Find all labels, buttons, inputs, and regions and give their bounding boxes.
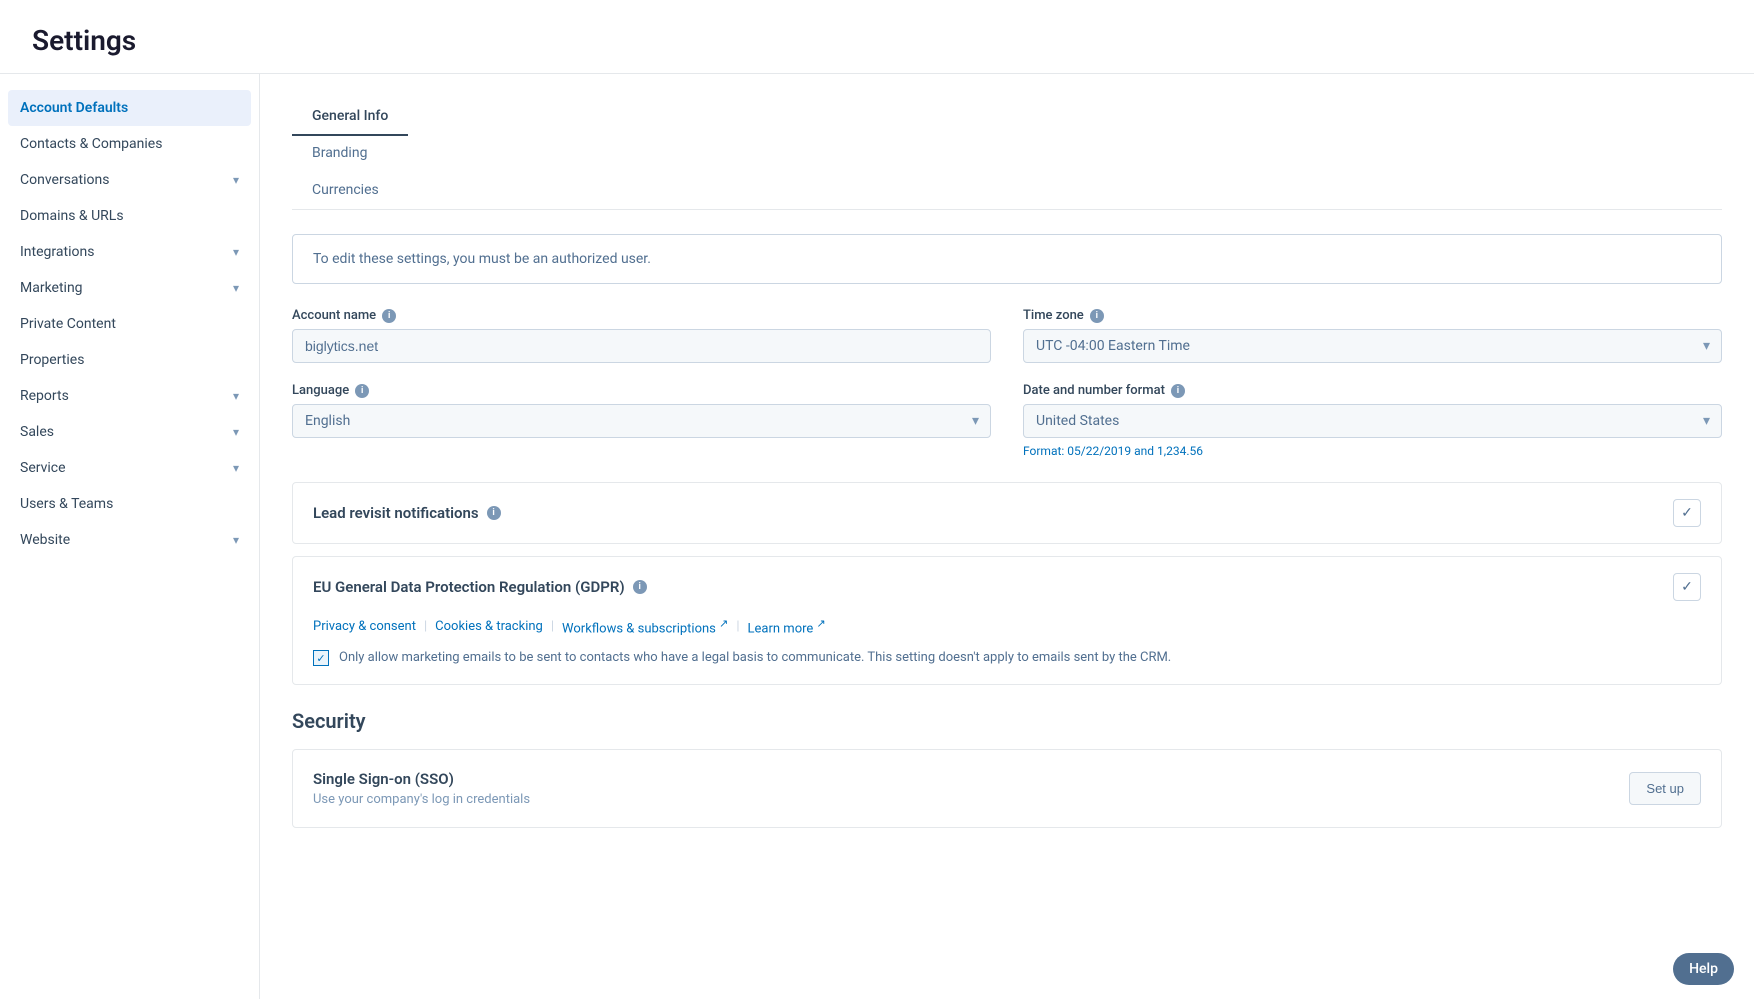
auth-notice-text: To edit these settings, you must be an a…: [313, 251, 651, 267]
general-info-form: Account name i Time zone i UTC -04:00 Ea…: [292, 308, 1722, 458]
help-button[interactable]: Help: [1673, 953, 1734, 985]
form-row-2: Language i English Date and number forma…: [292, 383, 1722, 458]
sidebar-item-domains---urls[interactable]: Domains & URLs: [0, 198, 259, 234]
sidebar-item-users---teams[interactable]: Users & Teams: [0, 486, 259, 522]
gdpr-title: EU General Data Protection Regulation (G…: [313, 578, 647, 596]
sidebar-item-contacts---companies[interactable]: Contacts & Companies: [0, 126, 259, 162]
gdpr-section: EU General Data Protection Regulation (G…: [292, 556, 1722, 685]
sidebar-item-service[interactable]: Service ▾: [0, 450, 259, 486]
language-group: Language i English: [292, 383, 991, 458]
sidebar-item-label: Account Defaults: [20, 100, 128, 116]
date-format-select-wrapper: United States: [1023, 404, 1722, 438]
language-label: Language i: [292, 383, 991, 398]
sidebar-item-label: Reports: [20, 388, 69, 404]
workflows-subscriptions-link[interactable]: Workflows & subscriptions ↗: [562, 617, 728, 636]
learn-more-link[interactable]: Learn more ↗: [748, 617, 826, 636]
gdpr-toggle[interactable]: ✓: [1673, 573, 1701, 601]
sidebar-item-conversations[interactable]: Conversations ▾: [0, 162, 259, 198]
sidebar-item-label: Marketing: [20, 280, 83, 296]
tab-branding[interactable]: Branding: [292, 135, 408, 173]
chevron-icon: ▾: [233, 461, 239, 475]
chevron-icon: ▾: [233, 425, 239, 439]
form-row-1: Account name i Time zone i UTC -04:00 Ea…: [292, 308, 1722, 363]
chevron-icon: ▾: [233, 281, 239, 295]
sidebar-item-label: Sales: [20, 424, 54, 440]
sidebar-item-label: Conversations: [20, 172, 109, 188]
gdpr-checkbox-text: Only allow marketing emails to be sent t…: [339, 648, 1171, 668]
gdpr-checkbox-row: ✓ Only allow marketing emails to be sent…: [313, 648, 1701, 668]
lead-revisit-info-icon[interactable]: i: [487, 506, 501, 520]
date-format-hint: Format: 05/22/2019 and 1,234.56: [1023, 444, 1722, 458]
sidebar-item-account-defaults[interactable]: Account Defaults: [8, 90, 251, 126]
language-select[interactable]: English: [292, 404, 991, 438]
lead-revisit-title: Lead revisit notifications i: [313, 504, 501, 522]
time-zone-group: Time zone i UTC -04:00 Eastern Time: [1023, 308, 1722, 363]
chevron-icon: ▾: [233, 245, 239, 259]
privacy-consent-link[interactable]: Privacy & consent: [313, 619, 416, 634]
sso-box: Single Sign-on (SSO) Use your company's …: [292, 749, 1722, 828]
date-format-select[interactable]: United States: [1023, 404, 1722, 438]
main-content: General InfoBrandingCurrencies To edit t…: [260, 74, 1754, 999]
account-name-label: Account name i: [292, 308, 991, 323]
sidebar: Account Defaults Contacts & Companies Conv…: [0, 74, 260, 999]
sso-setup-button[interactable]: Set up: [1629, 772, 1701, 805]
tab-general-info[interactable]: General Info: [292, 98, 408, 136]
sidebar-item-label: Contacts & Companies: [20, 136, 162, 152]
lead-revisit-section: Lead revisit notifications i ✓: [292, 482, 1722, 544]
workflows-external-icon: ↗: [719, 617, 728, 630]
sidebar-item-integrations[interactable]: Integrations ▾: [0, 234, 259, 270]
sidebar-item-label: Users & Teams: [20, 496, 113, 512]
sidebar-item-website[interactable]: Website ▾: [0, 522, 259, 558]
sso-info: Single Sign-on (SSO) Use your company's …: [313, 770, 530, 807]
tab-currencies[interactable]: Currencies: [292, 172, 408, 210]
sidebar-item-marketing[interactable]: Marketing ▾: [0, 270, 259, 306]
account-name-info-icon[interactable]: i: [382, 309, 396, 323]
time-zone-info-icon[interactable]: i: [1090, 309, 1104, 323]
lead-revisit-toggle[interactable]: ✓: [1673, 499, 1701, 527]
sidebar-item-label: Integrations: [20, 244, 94, 260]
gdpr-checkbox[interactable]: ✓: [313, 650, 329, 666]
gdpr-sep-3: |: [736, 619, 739, 634]
security-title: Security: [292, 709, 1722, 733]
auth-notice: To edit these settings, you must be an a…: [292, 234, 1722, 284]
page-title: Settings: [32, 24, 1722, 57]
sidebar-item-label: Domains & URLs: [20, 208, 124, 224]
language-select-wrapper: English: [292, 404, 991, 438]
sidebar-item-sales[interactable]: Sales ▾: [0, 414, 259, 450]
date-format-info-icon[interactable]: i: [1171, 384, 1185, 398]
security-section: Security Single Sign-on (SSO) Use your c…: [292, 709, 1722, 828]
chevron-icon: ▾: [233, 173, 239, 187]
sidebar-item-label: Private Content: [20, 316, 116, 332]
gdpr-sep-2: |: [551, 619, 554, 634]
account-name-group: Account name i: [292, 308, 991, 363]
gdpr-header[interactable]: EU General Data Protection Regulation (G…: [293, 557, 1721, 617]
language-info-icon[interactable]: i: [355, 384, 369, 398]
date-format-label: Date and number format i: [1023, 383, 1722, 398]
tab-bar: General InfoBrandingCurrencies: [292, 98, 1722, 210]
time-zone-label: Time zone i: [1023, 308, 1722, 323]
lead-revisit-header[interactable]: Lead revisit notifications i ✓: [293, 483, 1721, 543]
gdpr-info-icon[interactable]: i: [633, 580, 647, 594]
gdpr-links: Privacy & consent | Cookies & tracking |…: [313, 617, 1701, 636]
sidebar-item-reports[interactable]: Reports ▾: [0, 378, 259, 414]
account-name-input[interactable]: [292, 329, 991, 363]
time-zone-select-wrapper: UTC -04:00 Eastern Time: [1023, 329, 1722, 363]
cookies-tracking-link[interactable]: Cookies & tracking: [435, 619, 543, 634]
chevron-icon: ▾: [233, 533, 239, 547]
learn-more-external-icon: ↗: [817, 617, 826, 630]
sidebar-item-private-content[interactable]: Private Content: [0, 306, 259, 342]
sidebar-item-label: Service: [20, 460, 66, 476]
sidebar-item-label: Properties: [20, 352, 84, 368]
gdpr-body: Privacy & consent | Cookies & tracking |…: [293, 617, 1721, 684]
chevron-icon: ▾: [233, 389, 239, 403]
date-format-group: Date and number format i United States F…: [1023, 383, 1722, 458]
sso-title: Single Sign-on (SSO): [313, 770, 530, 788]
gdpr-sep-1: |: [424, 619, 427, 634]
sso-description: Use your company's log in credentials: [313, 792, 530, 807]
sidebar-item-label: Website: [20, 532, 70, 548]
time-zone-select[interactable]: UTC -04:00 Eastern Time: [1023, 329, 1722, 363]
sidebar-item-properties[interactable]: Properties: [0, 342, 259, 378]
